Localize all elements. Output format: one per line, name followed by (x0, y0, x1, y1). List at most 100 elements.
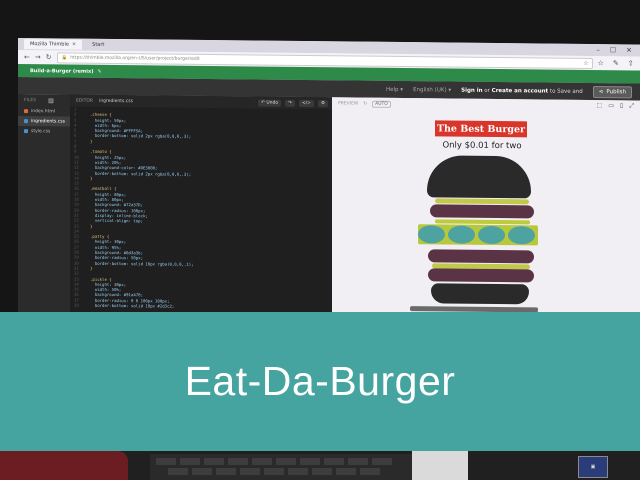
inspect-icon[interactable]: ⬚ (597, 102, 603, 110)
tab-label: Start (92, 41, 105, 48)
mobile-view-icon[interactable]: ▯ (620, 102, 623, 110)
code-text: vertical-align: top; (90, 217, 143, 224)
editor-title: EDITOR (76, 98, 94, 104)
files-header: FILES ▤ (18, 94, 70, 107)
keyboard-key (168, 468, 188, 475)
publish-button[interactable]: ⋖ Publish (592, 85, 632, 98)
forward-icon[interactable]: → (35, 53, 41, 61)
browser-actions: ☆ ✎ ⇪ … (598, 59, 640, 68)
favorite-star-icon[interactable]: ☆ (583, 58, 588, 67)
language-menu[interactable]: English (UK) ▾ (413, 87, 451, 93)
preview-pane: PREVIEW ↻ AUTO ⬚ ▭ ▯ ⤢ The Best Burger O… (332, 97, 640, 319)
keyboard-key (240, 468, 260, 475)
burger-cheese (435, 198, 529, 205)
keyboard-key (180, 458, 200, 465)
keyboard-key (228, 458, 248, 465)
fullscreen-icon[interactable]: ⤢ (629, 102, 634, 110)
minimize-icon[interactable]: – (596, 46, 600, 54)
refresh-icon[interactable]: ↻ (46, 53, 52, 61)
help-menu[interactable]: Help ▾ (386, 86, 403, 92)
close-window-icon[interactable]: ✕ (626, 46, 632, 54)
red-case (0, 451, 128, 480)
keyboard-key (288, 468, 308, 475)
preview-header: PREVIEW ↻ AUTO ⬚ ▭ ▯ ⤢ (332, 97, 640, 112)
project-title[interactable]: Build-a-Burger (remix) (30, 68, 94, 75)
keyboard-key (156, 458, 176, 465)
close-tab-icon[interactable]: ✕ (72, 42, 76, 48)
code-text: border-bottom: solid 2px rgba(0,0,0,.3); (90, 170, 192, 177)
desk-area: ▣ (0, 451, 640, 480)
burger-tomato (478, 225, 505, 245)
screen: Mozilla Thimble ✕ Start – ☐ ✕ ← → ↻ 🔒 ht… (18, 38, 640, 319)
lock-icon: 🔒 (61, 54, 68, 61)
code-text: border-bottom: solid 2px rgba(0,0,0,.3); (90, 133, 192, 140)
keyboard-key (276, 458, 296, 465)
redo-icon[interactable]: ↷ (285, 99, 295, 107)
files-panel: FILES ▤ index.html ingredients.css style… (18, 94, 70, 313)
burger-patty (428, 268, 534, 283)
keyboard-key (252, 458, 272, 465)
create-account-link[interactable]: Create an account (492, 87, 548, 94)
file-item-index[interactable]: index.html (18, 106, 70, 117)
sign-in-link[interactable]: Sign in (461, 87, 482, 93)
share-icon: ⋖ (598, 88, 604, 95)
css-file-icon (24, 119, 28, 124)
maximize-icon[interactable]: ☐ (610, 46, 616, 54)
auto-refresh-toggle[interactable]: AUTO (372, 100, 391, 108)
css-file-icon (24, 129, 28, 134)
settings-gear-icon[interactable]: ⚙ (317, 99, 328, 107)
tab-label: Mozilla Thimble (30, 41, 69, 48)
code-text: } (90, 175, 93, 181)
browser-tab-start[interactable]: Start (86, 40, 110, 50)
burger-bottom-bun (431, 283, 529, 305)
back-icon[interactable]: ← (24, 53, 30, 61)
save-prompt-text: to Save and (549, 88, 583, 95)
undo-button[interactable]: ↶ Undo (258, 99, 282, 107)
code-area[interactable]: 1 2 .cheese {3 height: 50px; 4 width: 6px; 5… (70, 107, 332, 316)
paper-sheet (412, 451, 468, 480)
keyboard-key (360, 468, 380, 475)
burger-tomato (448, 225, 475, 244)
notes-icon[interactable]: ✎ (613, 59, 619, 67)
code-text: } (90, 223, 93, 229)
file-label: ingredients.css (31, 118, 65, 124)
keyboard-key (312, 468, 332, 475)
keyboard-key (264, 468, 284, 475)
preview-controls: ⬚ ▭ ▯ ⤢ (597, 102, 640, 110)
publish-label: Publish (606, 88, 626, 95)
address-text: https://thimble.mozilla.org/en-US/user/p… (70, 55, 200, 62)
code-view-icon[interactable]: </> (298, 99, 314, 107)
or-text: or (484, 87, 490, 94)
share-icon[interactable]: ⇪ (628, 59, 634, 67)
caption-title: Eat-Da-Burger (184, 358, 456, 404)
files-title: FILES (24, 97, 37, 103)
refresh-preview-icon[interactable]: ↻ (363, 101, 367, 106)
html-file-icon (24, 109, 28, 114)
burger-tomato (508, 226, 535, 245)
burger-tomato (418, 225, 445, 244)
new-file-icon[interactable]: ▤ (48, 97, 54, 104)
keyboard-key (336, 468, 356, 475)
keyboard-key (216, 468, 236, 475)
edit-pencil-icon[interactable]: ✎ (98, 68, 102, 74)
desktop-view-icon[interactable]: ▭ (608, 102, 614, 110)
burger-patty (430, 204, 534, 219)
file-item-style[interactable]: style.css (18, 126, 70, 137)
keyboard-key (324, 458, 344, 465)
editor-filename: ingredients.css (99, 98, 133, 104)
keyboard-key (204, 458, 224, 465)
favorites-icon[interactable]: ☆ (598, 59, 604, 67)
account-prompt: Sign in or Create an account to Save and (461, 87, 583, 94)
monitor-bezel: Mozilla Thimble ✕ Start – ☐ ✕ ← → ↻ 🔒 ht… (0, 0, 640, 319)
browser-tab-thimble[interactable]: Mozilla Thimble ✕ (24, 39, 83, 50)
window-controls: – ☐ ✕ (596, 46, 640, 54)
keyboard-key (372, 458, 392, 465)
file-item-ingredients[interactable]: ingredients.css (18, 116, 70, 127)
burger-tomato-layer (418, 224, 538, 246)
preview-title: PREVIEW (338, 100, 359, 107)
code-text: } (90, 138, 93, 144)
editor-controls: ↶ Undo ↷ </> ⚙ (258, 99, 332, 107)
file-label: style.css (31, 128, 51, 134)
toolbar-right: Help ▾ English (UK) ▾ Sign in or Create … (386, 83, 640, 98)
code-text: } (90, 265, 93, 271)
